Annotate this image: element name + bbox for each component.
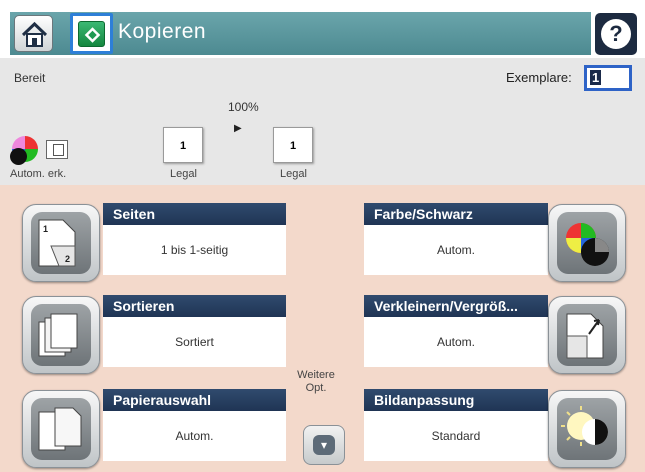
option-seiten-title: Seiten: [103, 203, 286, 225]
option-sortieren[interactable]: Sortieren Sortiert: [0, 278, 300, 378]
paper-select-icon: [38, 407, 82, 451]
dest-page-icon: 1: [273, 127, 313, 163]
svg-text:1: 1: [43, 224, 48, 234]
reduce-enlarge-icon: [566, 313, 604, 359]
options-panel: Seiten 1 bis 1-seitig 1 2 Farbe/Schwarz …: [0, 185, 645, 472]
copies-label: Exemplare:: [506, 70, 572, 85]
option-sortieren-value: Sortiert: [103, 317, 286, 367]
option-farbe-value: Autom.: [364, 225, 548, 275]
status-panel: Bereit Exemplare: 1 100% ▶ 1 1 Legal Leg…: [0, 58, 645, 185]
color-button[interactable]: [548, 204, 626, 282]
top-bar: Kopieren ?: [0, 0, 645, 58]
page-title: Kopieren: [118, 20, 207, 43]
more-options-label: Weitere Opt.: [297, 369, 335, 394]
collate-button[interactable]: [22, 296, 100, 374]
home-button[interactable]: [14, 15, 53, 52]
option-farbe-title: Farbe/Schwarz: [364, 203, 548, 225]
original-doc-icon: [46, 140, 68, 159]
help-button[interactable]: ?: [595, 13, 637, 55]
home-icon: [21, 21, 48, 47]
more-options-button[interactable]: ▾: [303, 425, 345, 465]
option-papier[interactable]: Papierauswahl Autom.: [0, 371, 300, 472]
collate-icon: [38, 313, 78, 357]
option-bild-title: Bildanpassung: [364, 389, 548, 411]
dest-paper-label: Legal: [280, 168, 307, 180]
source-paper-label: Legal: [170, 168, 197, 180]
sides-button[interactable]: 1 2: [22, 204, 100, 282]
reduce-enlarge-button[interactable]: [548, 296, 626, 374]
option-verkleinern-value: Autom.: [364, 317, 548, 367]
image-adjust-button[interactable]: [548, 390, 626, 468]
option-verkleinern[interactable]: Verkleinern/Vergröß... Autom.: [350, 278, 645, 378]
option-seiten[interactable]: Seiten 1 bis 1-seitig 1 2: [0, 185, 300, 285]
image-adjust-icon: [561, 406, 608, 446]
option-papier-title: Papierauswahl: [103, 389, 286, 411]
svg-text:2: 2: [65, 254, 70, 264]
option-verkleinern-title: Verkleinern/Vergröß...: [364, 295, 548, 317]
source-page-icon: 1: [163, 127, 203, 163]
help-icon: ?: [601, 19, 631, 49]
option-bild[interactable]: Bildanpassung Standard: [350, 371, 645, 472]
paper-select-button[interactable]: [22, 390, 100, 468]
sides-icon: 1 2: [38, 219, 76, 267]
autodetect-label: Autom. erk.: [10, 168, 67, 180]
copies-input[interactable]: 1: [584, 65, 632, 91]
option-bild-value: Standard: [364, 411, 548, 461]
status-text: Bereit: [14, 71, 46, 85]
option-farbe[interactable]: Farbe/Schwarz Autom.: [350, 185, 645, 285]
color-black-icon: [566, 223, 609, 266]
start-copy-button[interactable]: [70, 13, 113, 54]
scale-percent: 100%: [228, 100, 259, 114]
option-papier-value: Autom.: [103, 411, 286, 461]
option-sortieren-title: Sortieren: [103, 295, 286, 317]
start-copy-icon: [78, 21, 105, 47]
arrow-right-icon: ▶: [234, 123, 242, 134]
black-dot-icon: [10, 148, 27, 165]
copies-value: 1: [590, 70, 602, 85]
chevron-down-icon: ▾: [313, 435, 335, 455]
option-seiten-value: 1 bis 1-seitig: [103, 225, 286, 275]
